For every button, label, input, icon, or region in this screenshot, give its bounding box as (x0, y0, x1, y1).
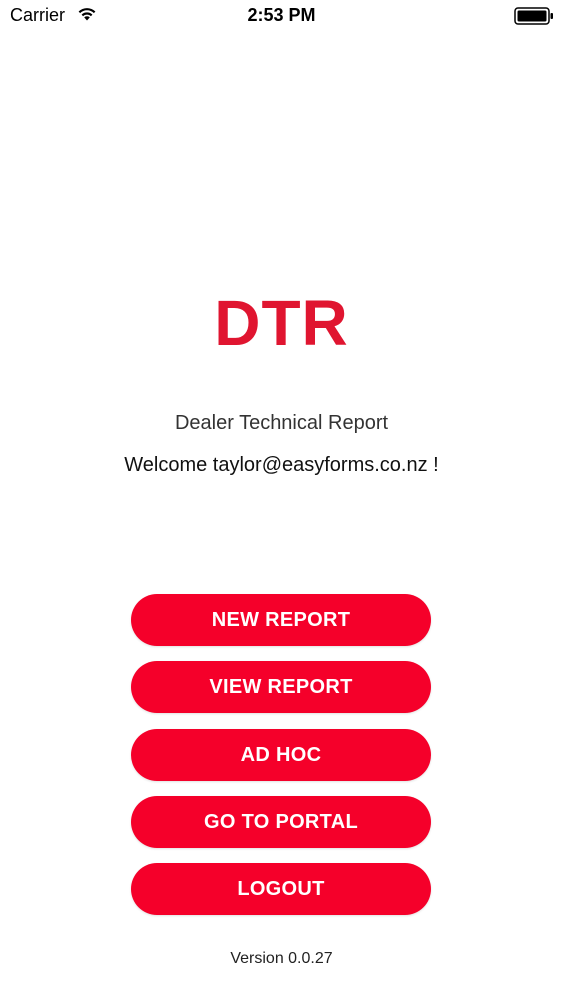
welcome-message: Welcome taylor@easyforms.co.nz ! (124, 454, 439, 476)
app-subtitle: Dealer Technical Report (174, 412, 389, 434)
new-report-button[interactable]: NEW REPORT (131, 594, 431, 646)
logout-button[interactable]: LOGOUT (131, 863, 431, 915)
view-report-button[interactable]: VIEW REPORT (131, 661, 431, 713)
go-to-portal-button[interactable]: GO TO PORTAL (131, 796, 431, 848)
status-bar: Carrier 2:53 PM (0, 0, 563, 32)
app-logo: DTR (214, 287, 349, 359)
ad-hoc-button[interactable]: AD HOC (131, 729, 431, 781)
status-time: 2:53 PM (247, 5, 316, 25)
version-label: Version 0.0.27 (230, 950, 333, 967)
battery-icon (514, 7, 554, 25)
